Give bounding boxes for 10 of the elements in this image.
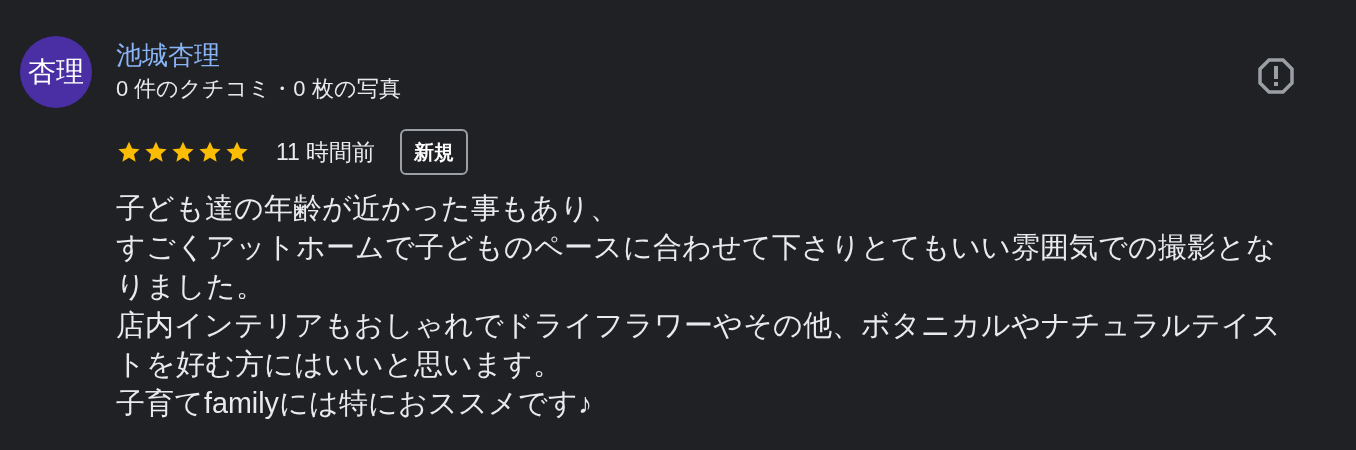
review-text: 子育てfamilyには特におススメです♪ bbox=[116, 386, 594, 421]
review-stats: 0 件のクチコミ・0 枚の写真 bbox=[116, 75, 401, 103]
avatar[interactable]: 杏理 bbox=[20, 36, 92, 108]
reviewer-name-link[interactable]: 池城杏理 bbox=[116, 38, 220, 72]
review-text: すごくアットホームで子どものペースに合わせて下さりとてもいい雰囲気での撮影となりました。 bbox=[116, 230, 1277, 304]
report-icon[interactable] bbox=[1258, 58, 1294, 94]
review-time: 11 時間前 bbox=[276, 137, 376, 167]
review-text: 子ども達の年齢が近かった事もあり、 bbox=[116, 191, 620, 226]
new-badge: 新規 bbox=[400, 129, 469, 175]
review-text: 店内インテリアもおしゃれでドライフラワーやその他、ボタニカルやナチュラルテイストを好む方にはいいと思います。 bbox=[116, 308, 1282, 382]
